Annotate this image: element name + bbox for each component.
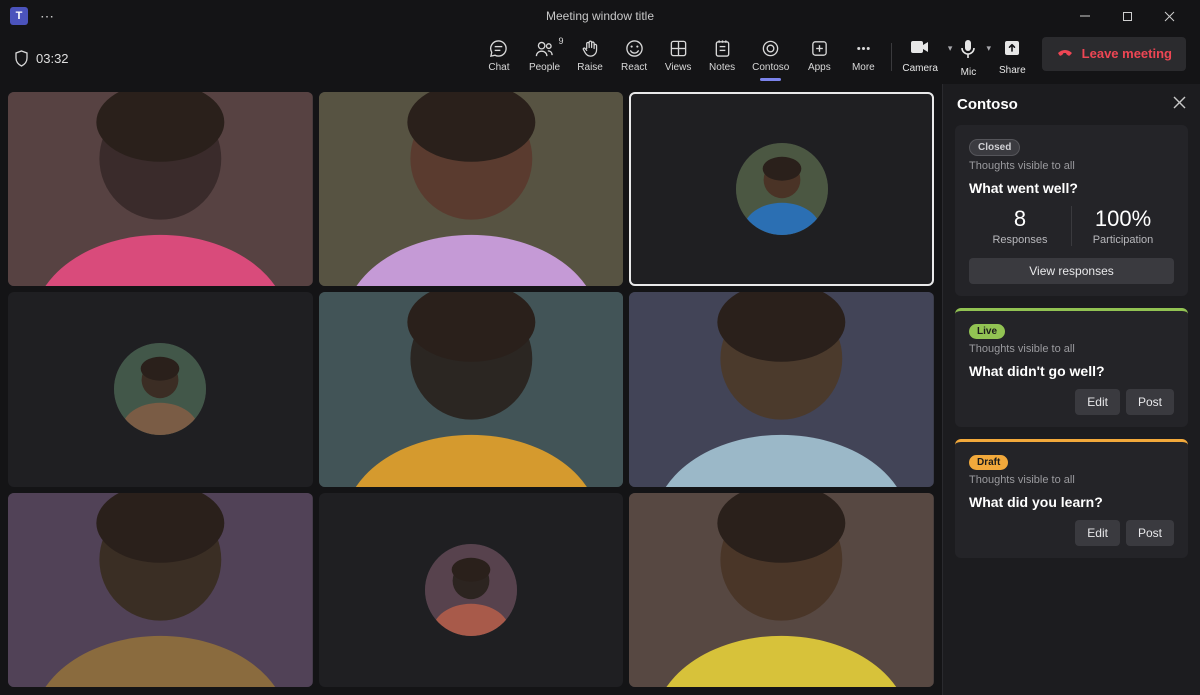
edit-button[interactable]: Edit xyxy=(1075,520,1120,546)
shield-icon xyxy=(14,50,29,67)
visibility-text: Thoughts visible to all xyxy=(969,343,1174,355)
status-badge: Live xyxy=(969,324,1005,339)
post-button[interactable]: Post xyxy=(1126,520,1174,546)
participant-avatar xyxy=(425,544,517,636)
people-count-badge: 9 xyxy=(559,36,564,46)
retro-card-closed: Closed Thoughts visible to all What went… xyxy=(955,125,1188,296)
notes-label: Notes xyxy=(709,62,735,73)
apps-plus-icon xyxy=(809,39,829,59)
video-tile[interactable] xyxy=(319,493,624,687)
grid-icon xyxy=(668,39,688,59)
mic-icon xyxy=(960,39,976,64)
video-tile[interactable] xyxy=(8,493,313,687)
share-up-icon xyxy=(1003,39,1021,62)
participant-avatar xyxy=(114,343,206,435)
timer-value: 03:32 xyxy=(36,51,69,66)
window-minimize-button[interactable] xyxy=(1064,2,1106,30)
react-label: React xyxy=(621,62,647,73)
window-close-button[interactable] xyxy=(1148,2,1190,30)
notes-button[interactable]: Notes xyxy=(700,37,744,75)
people-label: People xyxy=(529,62,560,73)
people-icon: 9 xyxy=(535,39,555,59)
chat-icon xyxy=(489,39,509,59)
contoso-icon xyxy=(761,39,781,59)
video-tile[interactable] xyxy=(629,92,934,286)
status-badge: Closed xyxy=(969,139,1020,156)
contoso-label: Contoso xyxy=(752,62,789,73)
card-question: What did you learn? xyxy=(969,494,1174,510)
raise-label: Raise xyxy=(577,62,603,73)
hangup-icon xyxy=(1056,43,1074,64)
visibility-text: Thoughts visible to all xyxy=(969,160,1174,172)
hand-icon xyxy=(580,39,600,59)
window-title: Meeting window title xyxy=(546,9,654,23)
chat-label: Chat xyxy=(488,62,509,73)
titlebar-more-icon[interactable]: ⋯ xyxy=(40,8,56,25)
video-tile[interactable] xyxy=(629,292,934,486)
responses-label: Responses xyxy=(969,234,1071,246)
camera-chevron-icon[interactable]: ▾ xyxy=(944,43,957,54)
card-question: What went well? xyxy=(969,180,1174,196)
toolbar-separator xyxy=(891,43,892,71)
meeting-toolbar: 03:32 Chat 9 People Raise React xyxy=(0,32,1200,84)
edit-button[interactable]: Edit xyxy=(1075,389,1120,415)
visibility-text: Thoughts visible to all xyxy=(969,474,1174,486)
chat-button[interactable]: Chat xyxy=(477,37,521,75)
participation-label: Participation xyxy=(1072,234,1174,246)
apps-button[interactable]: Apps xyxy=(797,37,841,75)
retro-card-live: Live Thoughts visible to all What didn't… xyxy=(955,308,1188,427)
participation-value: 100% xyxy=(1072,206,1174,232)
leave-meeting-button[interactable]: Leave meeting xyxy=(1042,37,1186,71)
sidepanel-title: Contoso xyxy=(957,96,1018,113)
share-button[interactable]: Share xyxy=(995,37,1030,78)
video-tile[interactable] xyxy=(8,292,313,486)
responses-value: 8 xyxy=(969,206,1071,232)
contoso-sidepanel: Contoso Closed Thoughts visible to all W… xyxy=(942,84,1200,695)
participation-stat: 100% Participation xyxy=(1071,206,1174,246)
share-label: Share xyxy=(999,65,1026,76)
contoso-app-button[interactable]: Contoso xyxy=(744,37,797,75)
apps-label: Apps xyxy=(808,62,831,73)
more-label: More xyxy=(852,62,875,73)
status-badge: Draft xyxy=(969,455,1008,470)
video-tile[interactable] xyxy=(629,493,934,687)
more-button[interactable]: More xyxy=(841,37,885,75)
retro-card-draft: Draft Thoughts visible to all What did y… xyxy=(955,439,1188,558)
mic-label: Mic xyxy=(961,67,977,78)
views-label: Views xyxy=(665,62,692,73)
people-button[interactable]: 9 People xyxy=(521,37,568,75)
raise-hand-button[interactable]: Raise xyxy=(568,37,612,75)
titlebar: T ⋯ Meeting window title xyxy=(0,0,1200,32)
participant-avatar xyxy=(736,143,828,235)
notes-icon xyxy=(712,39,732,59)
video-tile[interactable] xyxy=(319,92,624,286)
mic-toggle[interactable]: Mic ▾ xyxy=(956,37,995,80)
window-maximize-button[interactable] xyxy=(1106,2,1148,30)
post-button[interactable]: Post xyxy=(1126,389,1174,415)
responses-stat: 8 Responses xyxy=(969,206,1071,246)
video-tile[interactable] xyxy=(8,92,313,286)
leave-label: Leave meeting xyxy=(1082,46,1172,61)
views-button[interactable]: Views xyxy=(656,37,700,75)
video-tile[interactable] xyxy=(319,292,624,486)
react-button[interactable]: React xyxy=(612,37,656,75)
sidepanel-header: Contoso xyxy=(943,84,1200,125)
teams-app-icon: T xyxy=(10,7,28,25)
more-horizontal-icon xyxy=(853,39,873,59)
camera-label: Camera xyxy=(902,63,938,74)
mic-chevron-icon[interactable]: ▾ xyxy=(982,43,995,54)
video-grid-area xyxy=(0,84,942,695)
meeting-timer: 03:32 xyxy=(14,50,69,67)
emoji-icon xyxy=(624,39,644,59)
camera-icon xyxy=(910,39,930,60)
camera-toggle[interactable]: Camera ▾ xyxy=(898,37,956,76)
card-question: What didn't go well? xyxy=(969,363,1174,379)
view-responses-button[interactable]: View responses xyxy=(969,258,1174,284)
sidepanel-close-button[interactable] xyxy=(1173,96,1186,113)
